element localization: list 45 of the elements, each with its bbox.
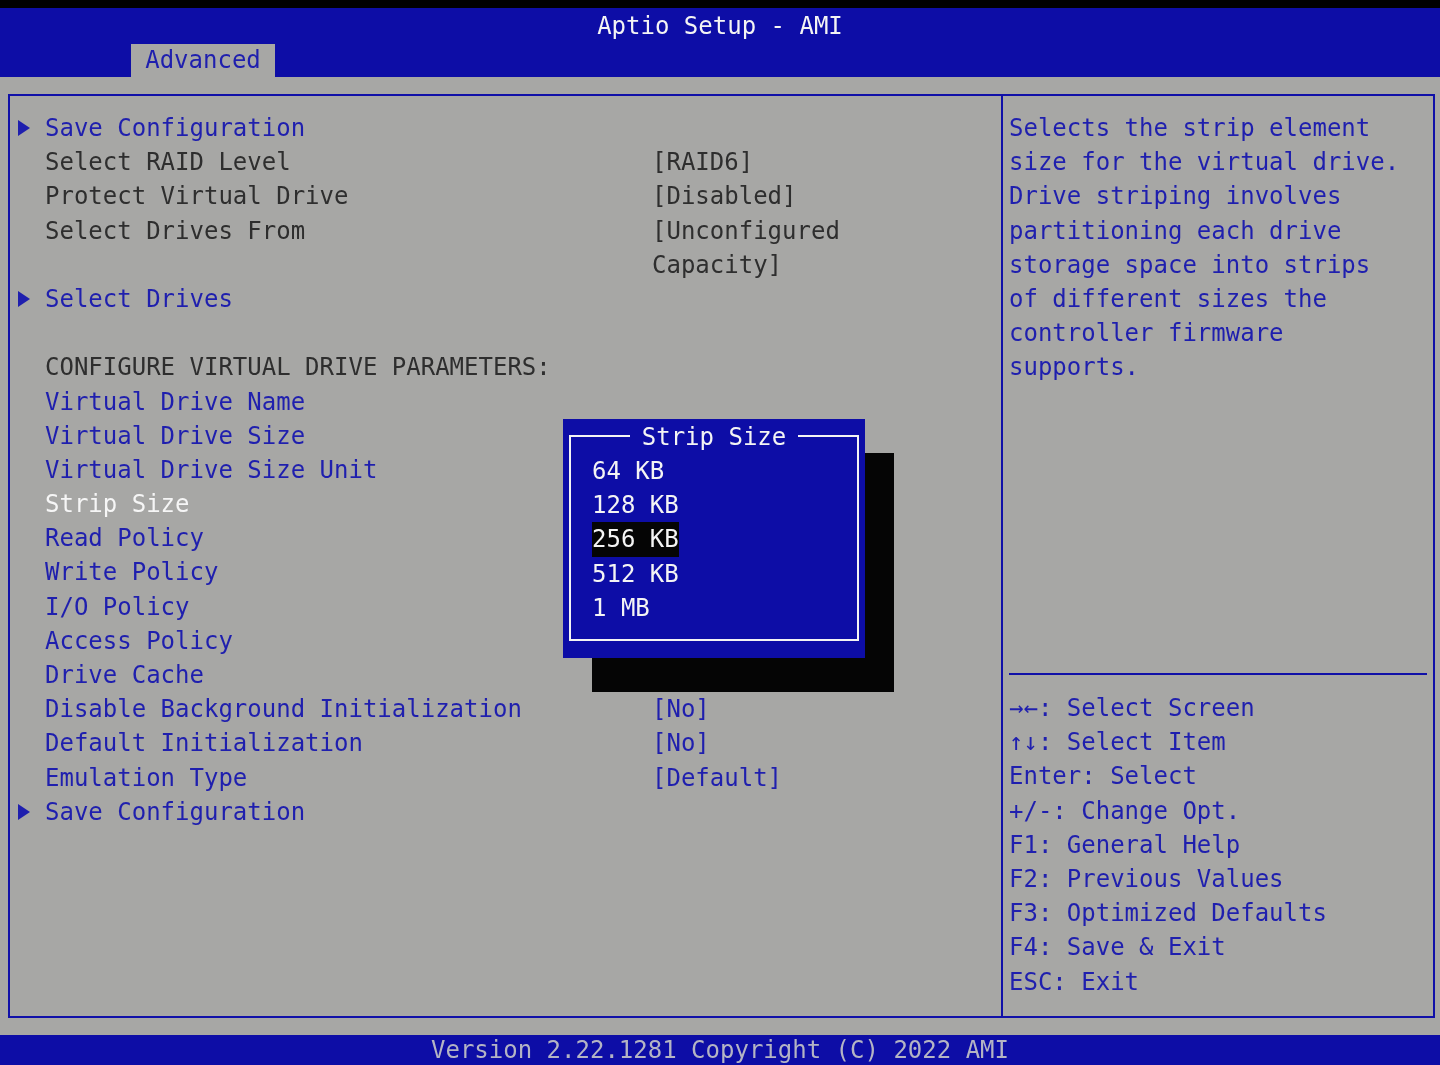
setting-label[interactable]: Select Drives (45, 284, 233, 313)
popup-option[interactable]: 1 MB (592, 590, 650, 625)
setting-label[interactable]: Virtual Drive Size Unit (45, 455, 378, 484)
setting-value[interactable]: [Unconfigured Capacity] (652, 213, 852, 282)
key-hint: F4: Save & Exit (1009, 932, 1227, 964)
key-hint: ESC: Exit (1009, 966, 1141, 998)
key-hint: +/-: Change Opt. (1009, 795, 1242, 827)
setting-label[interactable]: Virtual Drive Size (45, 421, 306, 450)
setting-value[interactable]: [Disabled] (652, 179, 852, 214)
key-hint: →←: Select Screen (1009, 693, 1256, 724)
setting-label[interactable]: Virtual Drive Name (45, 387, 306, 416)
window-title: Aptio Setup - AMI (597, 10, 843, 42)
setting-label[interactable]: Drive Cache (45, 661, 204, 689)
setting-value[interactable]: [Default] (652, 760, 852, 795)
setting-label[interactable]: Save Configuration (45, 797, 306, 826)
submenu-arrow-icon (18, 120, 30, 136)
setting-label[interactable]: Write Policy (45, 558, 219, 587)
setting-label[interactable]: I/O Policy (45, 592, 190, 621)
setting-label[interactable]: Default Initialization (45, 729, 363, 758)
key-hint: F2: Previous Values (1009, 863, 1285, 895)
setting-label[interactable]: Select RAID Level (45, 148, 291, 177)
key-hint: F1: General Help (1009, 829, 1242, 861)
key-hint: Enter: Select (1009, 761, 1198, 793)
key-hint: F3: Optimized Defaults (1009, 898, 1328, 930)
help-text: Selects the strip element size for the virtual drive. Drive striping involves partitioning each drive storage space into strips of different sizes the controller firmware supports. (1009, 113, 1401, 384)
setting-label[interactable]: Access Policy (45, 626, 233, 655)
section-heading: CONFIGURE VIRTUAL DRIVE PARAMETERS: (45, 353, 551, 382)
popup-option[interactable]: 64 KB (592, 454, 665, 489)
setting-label[interactable]: Emulation Type (45, 763, 248, 792)
popup-option[interactable]: 128 KB (592, 488, 679, 523)
popup-option[interactable]: 512 KB (592, 556, 679, 591)
setting-label[interactable]: Save Configuration (45, 114, 306, 142)
tab[interactable]: Advanced (131, 44, 275, 77)
setting-label[interactable]: Disable Background Initialization (45, 695, 522, 724)
setting-value[interactable]: [No] (652, 692, 852, 727)
setting-label[interactable]: Read Policy (45, 524, 204, 553)
setting-label[interactable]: Protect Virtual Drive (45, 182, 349, 211)
submenu-arrow-icon (18, 290, 30, 307)
submenu-arrow-icon (18, 803, 30, 820)
key-hint: ↑↓: Select Item (1009, 727, 1227, 759)
setting-label[interactable]: Select Drives From (45, 216, 306, 245)
setting-value[interactable]: [No] (652, 726, 852, 761)
popup-option[interactable]: 256 KB (592, 522, 679, 557)
version-text: Version 2.22.1281 Copyright (C) 2022 AMI (431, 1035, 1009, 1065)
setting-value[interactable]: [RAID6] (652, 145, 852, 180)
